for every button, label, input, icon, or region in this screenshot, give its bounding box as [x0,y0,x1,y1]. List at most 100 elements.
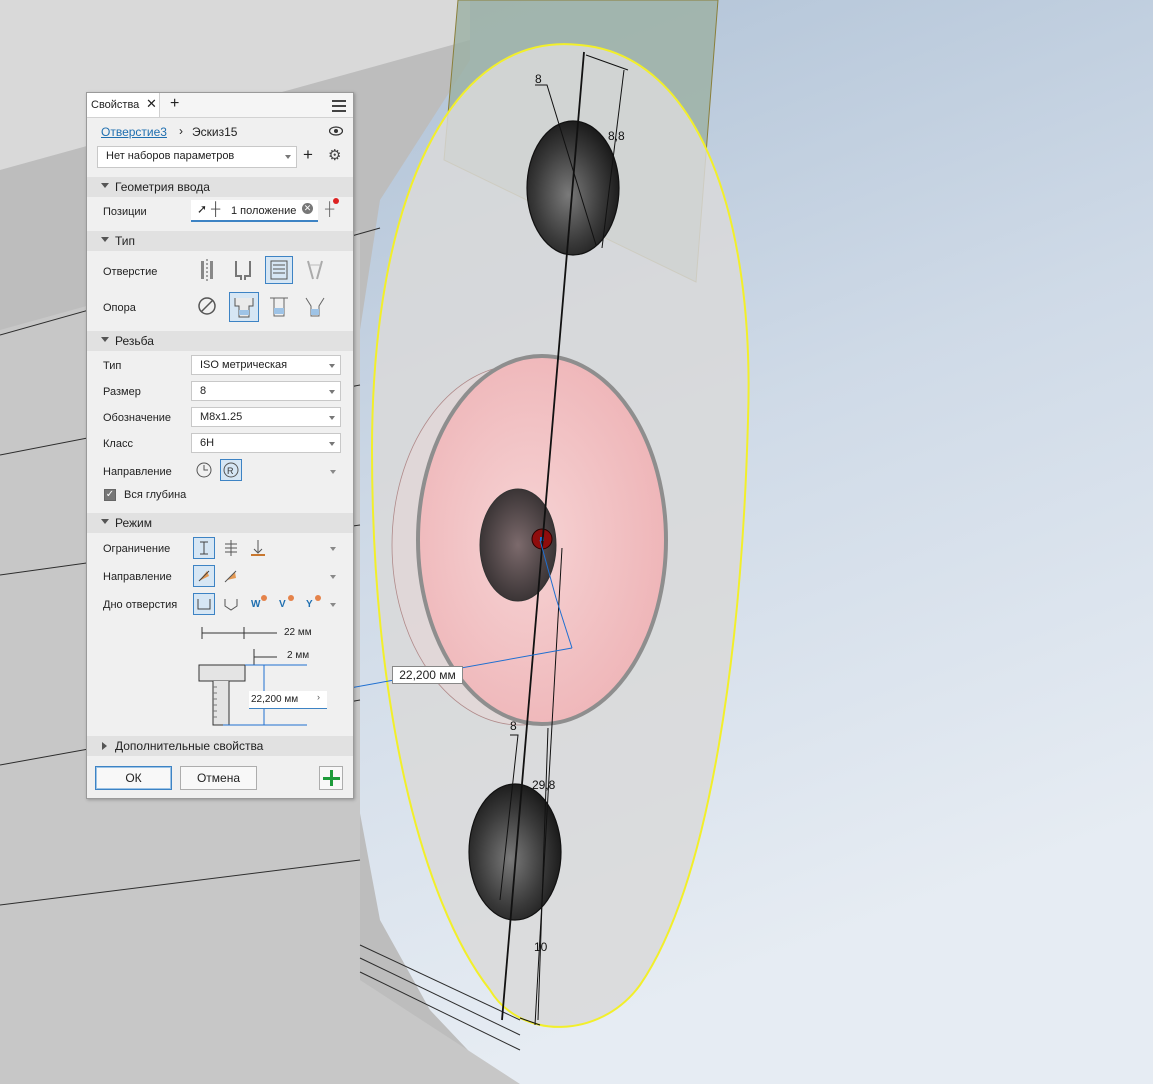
seat-label: Опора [103,302,136,314]
add-preset-icon[interactable]: + [303,145,313,165]
thread-direction-label: Направление [103,466,172,478]
svg-text:W: W [251,599,261,610]
visibility-eye-icon[interactable] [329,126,343,136]
thread-class-label: Класс [103,438,133,450]
thread-size-value: 8 [200,385,207,397]
hole-tapered-button[interactable] [301,256,329,284]
dim-bottom-mid[interactable]: 29,8 [532,778,556,792]
seat-counterbore-button[interactable] [229,292,259,322]
section-type[interactable]: Тип [87,231,353,251]
add-position-icon[interactable]: ┼ [325,198,339,216]
depth-dimension-label[interactable]: 22,200 мм [392,666,463,684]
full-depth-checkbox[interactable]: ✓ [104,489,116,501]
diagram-thread-value[interactable]: 2 мм [287,650,309,661]
direction-flip-button[interactable] [220,565,242,587]
left-hand-thread-button[interactable] [193,459,215,481]
chevron-down-icon [285,155,291,159]
thread-type-value: ISO метрическая [200,359,288,371]
preset-select[interactable]: Нет наборов параметров [97,146,297,168]
limit-to-button[interactable] [247,537,269,559]
point-crosshair-icon: ┼ [211,201,221,216]
chevron-down-icon[interactable] [330,603,336,607]
bottom-y-button[interactable]: Y [301,593,323,615]
dim-top-left[interactable]: 8 [535,72,542,86]
thread-type-select[interactable]: ISO метрическая [191,355,341,375]
depth-input-value: 22,200 мм [251,694,299,705]
svg-text:V: V [279,599,286,610]
full-depth-label: Вся глубина [124,489,187,501]
positions-label: Позиции [103,206,147,218]
bottom-v-button[interactable]: V [274,593,296,615]
hole-simple-button[interactable] [193,256,221,284]
bottom-angle-button[interactable] [220,593,242,615]
section-type-title: Тип [115,234,136,248]
cursor-arrow-icon: ➚ [197,202,208,216]
hole-dimension-diagram [198,627,307,726]
thread-class-value: 6H [200,437,215,449]
section-mode-title: Режим [115,516,152,530]
limit-label: Ограничение [103,543,171,555]
thread-designation-select[interactable]: M8x1.25 [191,407,341,427]
thread-size-label: Размер [103,386,141,398]
apply-add-button[interactable] [319,766,343,790]
mode-direction-label: Направление [103,571,172,583]
thread-class-select[interactable]: 6H [191,433,341,453]
close-icon[interactable]: ✕ [146,97,157,110]
section-extra-title: Дополнительные свойства [115,739,264,753]
preset-select-value: Нет наборов параметров [106,150,235,162]
thread-type-label: Тип [103,360,122,372]
section-mode[interactable]: Режим [87,513,353,533]
dim-top-right[interactable]: 8,8 [608,129,625,143]
chevron-down-icon[interactable] [330,547,336,551]
right-hand-thread-button[interactable]: R [220,459,242,481]
seat-none-button[interactable] [193,292,221,320]
clear-selection-icon[interactable]: ✕ [302,203,313,214]
collapse-arrow-icon [101,337,109,342]
svg-text:Y: Y [306,599,313,610]
svg-text:R: R [227,466,234,476]
seat-spotface-button[interactable] [265,292,293,320]
chevron-down-icon [329,364,335,368]
positions-selector[interactable]: ➚ ┼ 1 положение ✕ [191,200,318,222]
limit-through-all-button[interactable] [220,537,242,559]
limit-distance-button[interactable] [193,537,215,559]
add-tab-icon[interactable]: + [170,95,179,113]
hole-tapped-button[interactable] [265,256,293,284]
breadcrumb-sketch[interactable]: Эскиз15 [192,125,237,139]
collapse-arrow-icon [101,519,109,524]
bottom-flat-button[interactable] [193,593,215,615]
chevron-down-icon[interactable] [330,575,336,579]
ok-button[interactable]: ОК [95,766,172,790]
bottom-w-button[interactable]: W [247,593,269,615]
section-input-geometry-title: Геометрия ввода [115,180,210,194]
gear-icon[interactable]: ⚙ [328,146,341,166]
section-extra[interactable]: Дополнительные свойства [87,736,353,756]
thread-size-select[interactable]: 8 [191,381,341,401]
seat-countersink-button[interactable] [301,292,329,320]
chevron-down-icon [329,442,335,446]
menu-icon[interactable] [332,100,346,115]
hole-type-label: Отверстие [103,266,158,278]
breadcrumb-feature-link[interactable]: Отверстие3 [101,125,167,139]
section-thread[interactable]: Резьба [87,331,353,351]
properties-panel: Свойства ✕ + Отверстие3 › Эскиз15 Нет на… [86,92,354,799]
depth-input[interactable]: 22,200 мм › [249,691,327,709]
chevron-right-icon: › [179,124,183,138]
tab-properties[interactable]: Свойства ✕ [87,93,160,117]
hole-clearance-button[interactable] [229,256,257,284]
cancel-button[interactable]: Отмена [180,766,257,790]
chevron-down-icon [329,416,335,420]
chevron-down-icon[interactable] [330,470,336,474]
chevron-down-icon [329,390,335,394]
dim-bottom[interactable]: 10 [534,940,548,954]
dim-bottom-left[interactable]: 8 [510,719,517,733]
hole-bottom-label: Дно отверстия [103,599,178,611]
expand-arrow-icon [102,742,107,750]
thread-designation-value: M8x1.25 [200,411,243,423]
breadcrumb: Отверстие3 › Эскиз15 [87,123,353,141]
section-input-geometry[interactable]: Геометрия ввода [87,177,353,197]
chevron-right-icon[interactable]: › [317,692,320,702]
diagram-width-value[interactable]: 22 мм [284,627,312,638]
positions-value: 1 положение [231,205,297,217]
direction-default-button[interactable] [193,565,215,587]
